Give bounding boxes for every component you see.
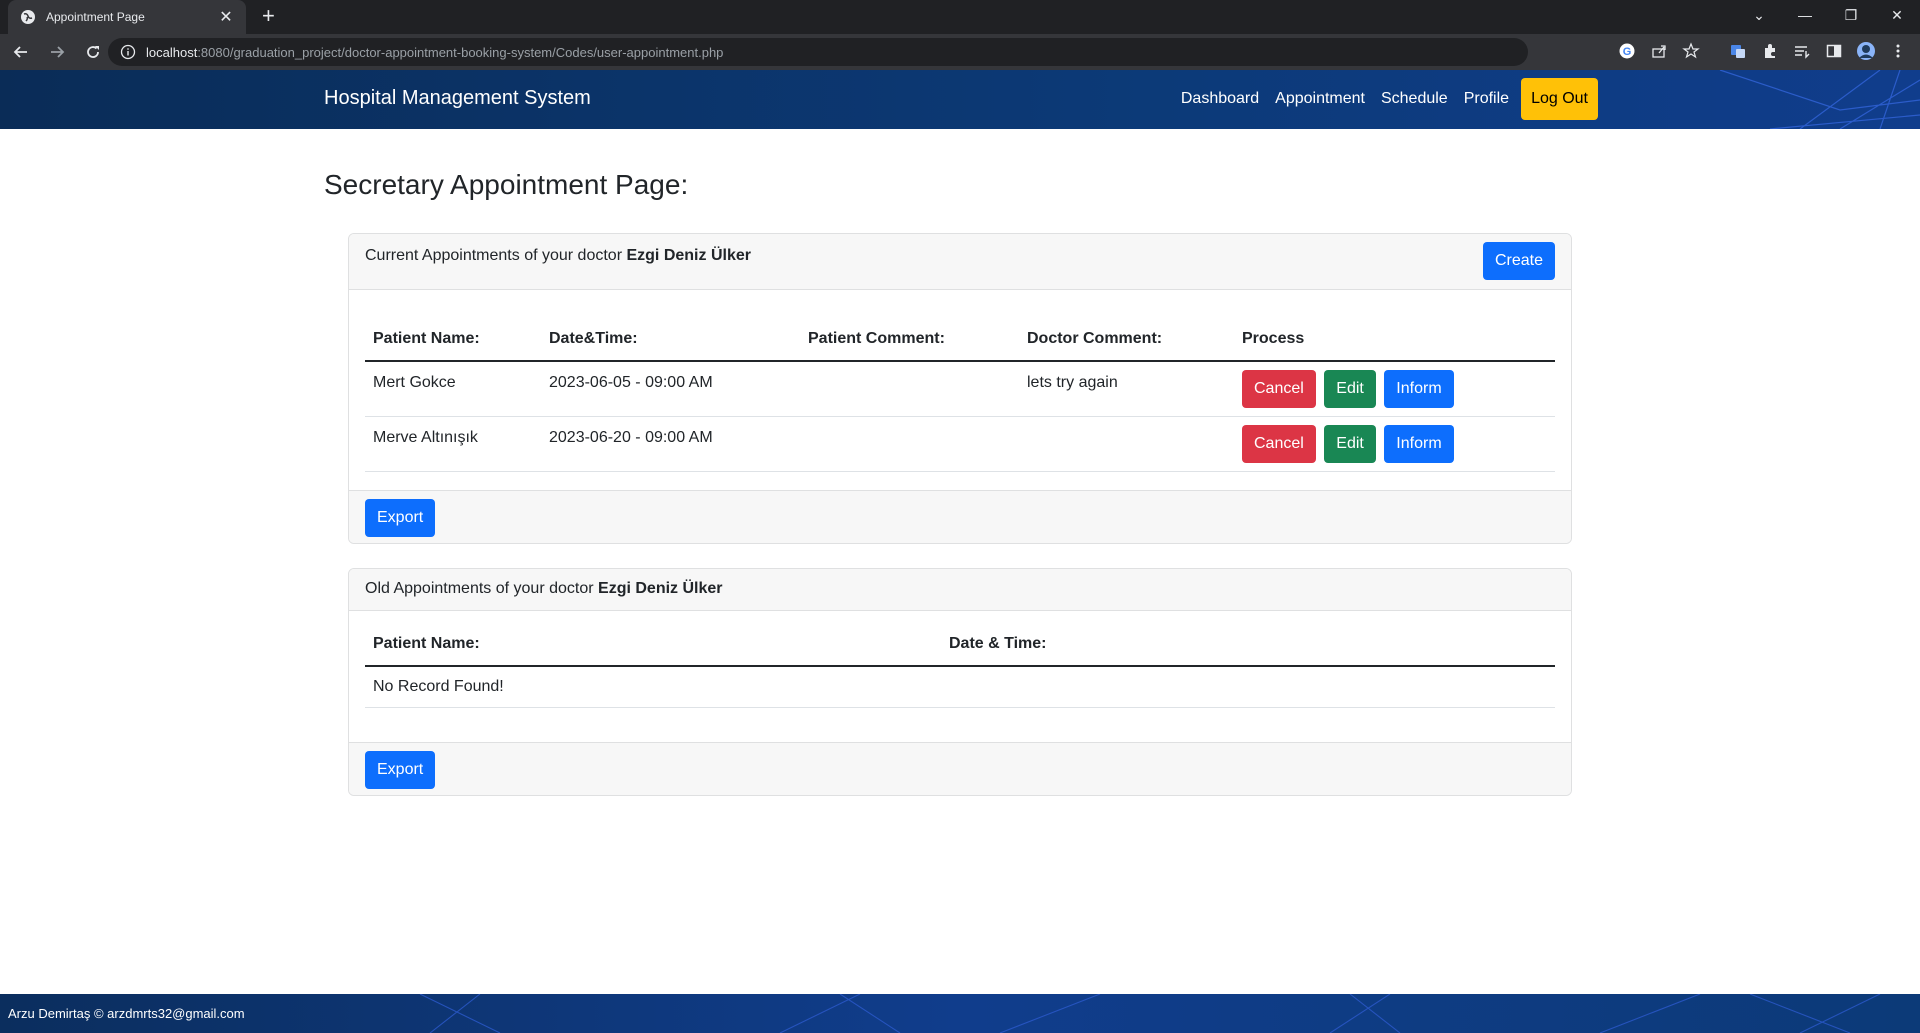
col-old-datetime: Date & Time:	[941, 619, 1555, 667]
patient-name-cell: Merve Altınışık	[365, 416, 541, 472]
profile-avatar-icon[interactable]	[1856, 40, 1876, 62]
site-navbar: Hospital Management System Dashboard App…	[0, 70, 1920, 129]
old-appointments-footer: Export	[349, 742, 1571, 795]
back-icon[interactable]	[6, 37, 36, 67]
table-row: No Record Found!	[365, 666, 1555, 708]
current-appointments-footer: Export	[349, 490, 1571, 543]
col-doctor-comment: Doctor Comment:	[1019, 306, 1234, 362]
tab-close-icon[interactable]: ✕	[218, 7, 234, 27]
datetime-cell: 2023-06-20 - 09:00 AM	[541, 416, 800, 472]
extension-toolbar	[1728, 40, 1908, 62]
google-icon[interactable]: G	[1616, 40, 1638, 62]
old-appointments-table: Patient Name: Date & Time: No Record Fou…	[365, 619, 1555, 708]
no-record-cell: No Record Found!	[365, 666, 1555, 708]
col-process: Process	[1234, 306, 1555, 362]
current-doctor-name: Ezgi Deniz Ülker	[626, 247, 751, 264]
svg-text:G: G	[1623, 46, 1632, 58]
old-appointments-body: Patient Name: Date & Time: No Record Fou…	[349, 611, 1571, 742]
share-icon[interactable]	[1648, 40, 1670, 62]
export-current-button[interactable]: Export	[365, 499, 436, 537]
window-close-icon[interactable]: ✕	[1874, 0, 1920, 30]
extensions-puzzle-icon[interactable]	[1760, 40, 1780, 62]
minimize-icon[interactable]: —	[1782, 0, 1828, 30]
table-row: Merve Altınışık 2023-06-20 - 09:00 AM Ca…	[365, 416, 1555, 472]
new-tab-icon[interactable]: +	[262, 5, 275, 27]
nav-dashboard-link[interactable]: Dashboard	[1173, 78, 1267, 120]
reload-icon[interactable]	[78, 37, 108, 67]
reading-list-icon[interactable]	[1792, 40, 1812, 62]
translate-icon[interactable]	[1728, 40, 1748, 62]
tab-search-icon[interactable]: ⌄	[1736, 0, 1782, 30]
side-panel-icon[interactable]	[1824, 40, 1844, 62]
edit-button[interactable]: Edit	[1324, 370, 1376, 408]
patient-name-cell: Mert Gokce	[365, 361, 541, 417]
current-header-text: Current Appointments of your doctor	[365, 247, 623, 264]
site-footer: Arzu Demirtaş © arzdmrts32@gmail.com	[0, 994, 1920, 1033]
doctor-comment-cell	[1019, 416, 1234, 472]
process-cell: Cancel Edit Inform	[1234, 361, 1555, 417]
address-bar-row: localhost:8080/graduation_project/doctor…	[0, 34, 1920, 70]
col-patient-name: Patient Name:	[365, 306, 541, 362]
current-appointments-card: Current Appointments of your doctor Ezgi…	[348, 233, 1572, 544]
cancel-button[interactable]: Cancel	[1242, 370, 1316, 408]
patient-comment-cell	[800, 361, 1019, 417]
url-text: localhost:8080/graduation_project/doctor…	[146, 44, 724, 60]
datetime-cell: 2023-06-05 - 09:00 AM	[541, 361, 800, 417]
nav-links: Dashboard Appointment Schedule Profile L…	[1173, 78, 1598, 120]
edit-button[interactable]: Edit	[1324, 424, 1376, 463]
col-patient-comment: Patient Comment:	[800, 306, 1019, 362]
doctor-comment-cell: lets try again	[1019, 361, 1234, 417]
old-appointments-card: Old Appointments of your doctor Ezgi Den…	[348, 568, 1572, 796]
page-title: Secretary Appointment Page:	[324, 169, 689, 200]
browser-menu-icon[interactable]	[1888, 40, 1908, 62]
globe-icon	[21, 10, 35, 24]
site-info-icon[interactable]	[120, 44, 136, 60]
inform-button[interactable]: Inform	[1384, 424, 1454, 463]
nav-profile-link[interactable]: Profile	[1456, 78, 1517, 120]
url-field[interactable]: localhost:8080/graduation_project/doctor…	[108, 38, 1528, 66]
col-datetime: Date&Time:	[541, 306, 800, 362]
create-button[interactable]: Create	[1482, 242, 1555, 280]
export-old-button[interactable]: Export	[365, 751, 436, 789]
current-appointments-body: Patient Name: Date&Time: Patient Comment…	[349, 290, 1571, 490]
cancel-button[interactable]: Cancel	[1242, 424, 1316, 463]
old-doctor-name: Ezgi Deniz Ülker	[598, 580, 723, 597]
site-brand[interactable]: Hospital Management System	[324, 87, 591, 110]
nav-schedule-link[interactable]: Schedule	[1373, 78, 1456, 120]
browser-tab-strip: Appointment Page ✕ + ⌄ — ❐ ✕	[0, 0, 1920, 34]
col-old-patient-name: Patient Name:	[365, 619, 941, 667]
process-cell: Cancel Edit Inform	[1234, 416, 1555, 472]
network-background-decoration	[419, 994, 1881, 1033]
inform-button[interactable]: Inform	[1384, 370, 1454, 408]
tab-title: Appointment Page	[46, 10, 145, 24]
old-header-text: Old Appointments of your doctor	[365, 580, 594, 597]
bookmark-star-icon[interactable]	[1680, 40, 1702, 62]
patient-comment-cell	[800, 416, 1019, 472]
footer-text: Arzu Demirtaş © arzdmrts32@gmail.com	[8, 1006, 245, 1021]
current-appointments-table: Patient Name: Date&Time: Patient Comment…	[365, 306, 1555, 472]
nav-appointment-link[interactable]: Appointment	[1267, 78, 1373, 120]
restore-icon[interactable]: ❐	[1828, 0, 1874, 30]
current-appointments-header: Current Appointments of your doctor Ezgi…	[349, 234, 1571, 290]
table-row: Mert Gokce 2023-06-05 - 09:00 AM lets tr…	[365, 361, 1555, 417]
browser-tab[interactable]: Appointment Page ✕	[8, 0, 246, 34]
forward-icon[interactable]	[42, 37, 72, 67]
logout-button[interactable]: Log Out	[1521, 78, 1598, 120]
old-appointments-header: Old Appointments of your doctor Ezgi Den…	[349, 569, 1571, 611]
